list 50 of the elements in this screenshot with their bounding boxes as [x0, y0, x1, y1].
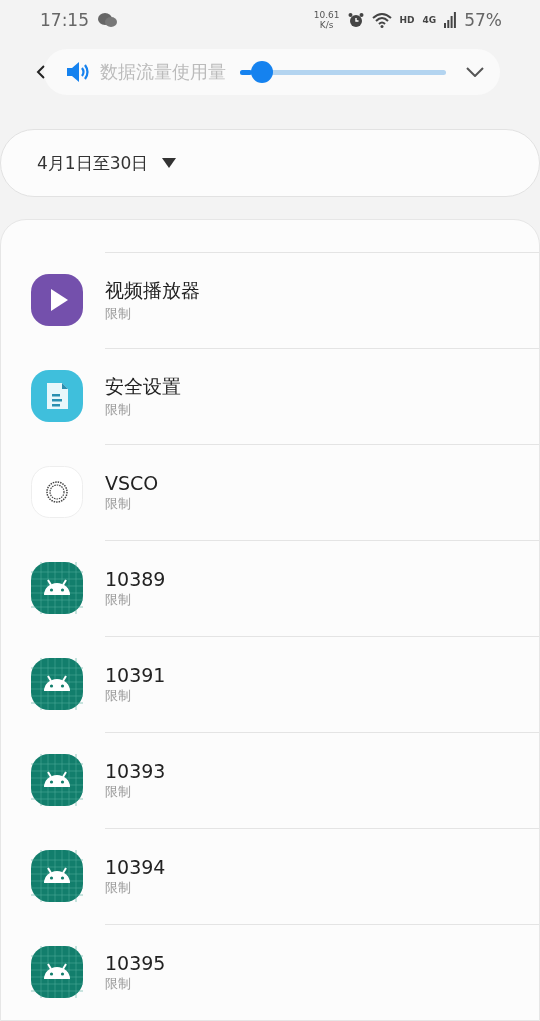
chevron-down-icon[interactable] — [466, 67, 484, 78]
app-status: 限制 — [105, 591, 132, 609]
app-name: 10391 — [105, 664, 166, 686]
app-status: 限制 — [105, 495, 132, 513]
wifi-icon — [371, 11, 392, 28]
app-row[interactable]: 安全设置 限制 — [105, 348, 539, 444]
app-name: 10393 — [105, 760, 166, 782]
app-row[interactable]: 10389 限制 — [105, 540, 539, 636]
app-name: 10395 — [105, 952, 166, 974]
app-name: 视频播放器 — [105, 278, 200, 303]
chat-icon — [97, 11, 117, 28]
play-icon — [31, 274, 83, 326]
app-row[interactable]: 10394 限制 — [105, 828, 539, 924]
app-status: 限制 — [105, 305, 132, 323]
network-label: 4G — [422, 14, 437, 25]
app-name: 10394 — [105, 856, 166, 878]
signal-icon — [444, 11, 457, 28]
app-name: 10389 — [105, 568, 166, 590]
ring-icon — [31, 466, 83, 518]
app-status: 限制 — [105, 783, 132, 801]
app-status: 限制 — [105, 687, 132, 705]
app-status: 限制 — [105, 879, 132, 897]
hd-label: HD — [399, 14, 415, 25]
android-icon — [31, 562, 83, 614]
volume-slider[interactable] — [240, 61, 446, 84]
android-icon — [31, 946, 83, 998]
back-icon[interactable] — [36, 65, 46, 80]
battery-percent: 57% — [464, 9, 502, 30]
app-row[interactable]: 10393 限制 — [105, 732, 539, 828]
document-icon — [31, 370, 83, 422]
period-dropdown[interactable]: 4月1日至30日 — [0, 129, 540, 197]
app-row[interactable]: 10395 限制 — [105, 924, 539, 1020]
android-icon — [31, 754, 83, 806]
app-row[interactable]: VSCO 限制 — [105, 444, 539, 540]
speaker-icon[interactable] — [66, 61, 92, 84]
android-icon — [31, 658, 83, 710]
app-name: 安全设置 — [105, 374, 181, 399]
speed-value: 10.61 — [313, 9, 340, 20]
page-title: 数据流量使用量 — [100, 60, 226, 85]
app-row[interactable]: 视频播放器 限制 — [105, 252, 539, 348]
slider-thumb[interactable] — [251, 61, 274, 84]
dropdown-arrow-icon — [162, 158, 177, 169]
alarm-icon — [347, 11, 364, 28]
app-status: 限制 — [105, 401, 132, 419]
speed-unit: K/s — [319, 19, 334, 30]
clock-time: 17:15 — [40, 9, 89, 30]
android-icon — [31, 850, 83, 902]
app-status: 限制 — [105, 975, 132, 993]
app-row[interactable]: 10391 限制 — [105, 636, 539, 732]
app-name: VSCO — [105, 472, 159, 494]
